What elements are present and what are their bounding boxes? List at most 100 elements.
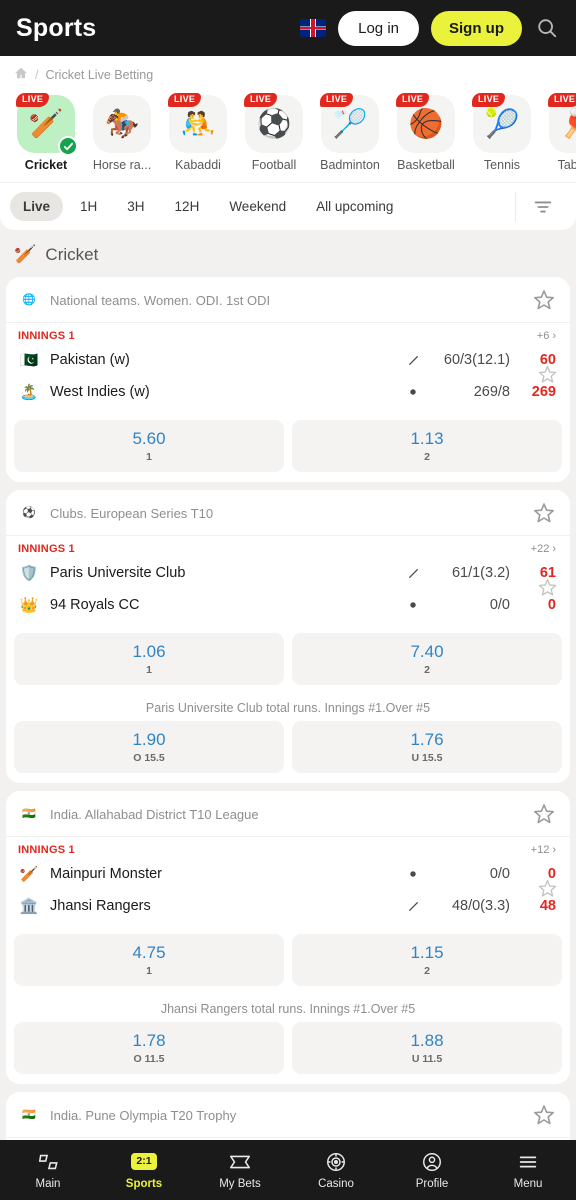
nav-item-casino[interactable]: Casino	[288, 1151, 384, 1190]
nav-label: Menu	[513, 1177, 543, 1190]
login-button[interactable]: Log in	[338, 10, 419, 46]
favorite-match-star-icon[interactable]	[537, 364, 558, 385]
favorite-league-star-icon[interactable]	[532, 288, 556, 312]
filter-chip-3h[interactable]: 3H	[114, 192, 157, 221]
odds-label: U 11.5	[411, 1053, 443, 1065]
sport-tile[interactable]: LIVE 🏓	[548, 93, 576, 153]
sports-category-nav[interactable]: LIVE 🏏 Cricket 🏇 Horse ra... LIVE 🤼 Kabaddi LIVE…	[0, 91, 576, 182]
filter-chip-all-upcoming[interactable]: All upcoming	[303, 192, 406, 221]
innings-status: INNINGS 1	[18, 543, 75, 555]
nav-item-sports[interactable]: 2:1 Sports	[96, 1151, 192, 1190]
filter-chip-12h[interactable]: 12H	[162, 192, 213, 221]
nav-item-my-bets[interactable]: My Bets	[192, 1151, 288, 1190]
sport-label: Basketball	[397, 158, 455, 172]
team-logo: 🏏	[19, 865, 39, 883]
team-row: 👑 94 Royals CC 0/0 0	[18, 589, 556, 621]
casino-icon	[325, 1151, 347, 1173]
sport-tile[interactable]: LIVE 🏸	[320, 93, 379, 153]
odds-row: 4.75 1 1.15 2	[6, 930, 570, 996]
league-name: Clubs. European Series T10	[50, 505, 214, 521]
uk-flag-icon[interactable]	[300, 19, 327, 37]
league-name: India. Pune Olympia T20 Trophy	[50, 1107, 237, 1123]
search-icon[interactable]	[534, 15, 560, 41]
odds-row: 5.60 1 1.13 2	[6, 416, 570, 482]
odds-label: 2	[424, 664, 430, 676]
filter-chip-group[interactable]: Live 1H 3H 12H Weekend All upcoming	[10, 192, 515, 221]
sport-tab-table-t[interactable]: LIVE 🏓 Table T	[540, 93, 576, 172]
sport-tile[interactable]: LIVE 🎾	[472, 93, 531, 153]
odds-button[interactable]: 1.13 2	[292, 420, 562, 472]
odds-button[interactable]: 4.75 1	[14, 934, 284, 986]
breadcrumb-current: Cricket Live Betting	[45, 67, 154, 82]
filter-chip-weekend[interactable]: Weekend	[216, 192, 299, 221]
signup-button[interactable]: Sign up	[431, 10, 522, 46]
odds-button[interactable]: 5.60 1	[14, 420, 284, 472]
favorite-league-star-icon[interactable]	[532, 1103, 556, 1127]
odds-button[interactable]: 1.90 O 15.5	[14, 721, 284, 773]
odds-button[interactable]: 1.06 1	[14, 633, 284, 685]
sport-tab-football[interactable]: LIVE ⚽ Football	[236, 93, 312, 172]
cricket-icon: 🏏	[28, 108, 64, 139]
sport-label: Table T	[557, 158, 576, 172]
odds-button[interactable]: 1.78 O 11.5	[14, 1022, 284, 1074]
bottom-navigation[interactable]: Main 2:1 Sports My Bets Casino Profile Menu	[0, 1140, 576, 1200]
home-icon[interactable]	[14, 66, 28, 83]
more-markets-button[interactable]: +22 ›	[531, 543, 556, 555]
favorite-match-star-icon[interactable]	[537, 878, 558, 899]
match-list: 🌐 National teams. Women. ODI. 1st ODI INNI…	[0, 277, 576, 1167]
bat-icon	[402, 567, 424, 580]
sport-tab-badminton[interactable]: LIVE 🏸 Badminton	[312, 93, 388, 172]
sports-icon: 2:1	[131, 1151, 157, 1173]
sport-tile[interactable]: LIVE 🏀	[396, 93, 455, 153]
nav-label: Sports	[125, 1177, 163, 1190]
sport-tile[interactable]: LIVE 🏏	[16, 93, 78, 156]
odds-button[interactable]: 7.40 2	[292, 633, 562, 685]
breadcrumb: / Cricket Live Betting	[0, 56, 576, 91]
odds-label: U 15.5	[411, 752, 443, 764]
favorite-league-star-icon[interactable]	[532, 802, 556, 826]
favorite-league-star-icon[interactable]	[532, 501, 556, 525]
sport-tile[interactable]: LIVE ⚽	[244, 93, 303, 153]
nav-item-profile[interactable]: Profile	[384, 1151, 480, 1190]
league-header[interactable]: 🇮🇳 India. Allahabad District T10 League	[6, 791, 570, 837]
more-markets-count: +6	[536, 330, 550, 342]
more-markets-button[interactable]: +6 ›	[537, 330, 556, 342]
filter-chip-live[interactable]: Live	[10, 192, 64, 221]
sport-tab-horse-ra[interactable]: 🏇 Horse ra...	[84, 95, 160, 172]
chevron-right-icon: ›	[552, 844, 556, 856]
match-card[interactable]: 🌐 National teams. Women. ODI. 1st ODI INNI…	[6, 277, 570, 482]
basketball-icon: 🏀	[408, 108, 444, 139]
sport-tile[interactable]: LIVE 🤼	[168, 93, 227, 153]
live-score-badge: 2:1	[131, 1153, 157, 1170]
match-card[interactable]: 🇮🇳 India. Allahabad District T10 League IN…	[6, 791, 570, 1084]
league-header[interactable]: 🇮🇳 India. Pune Olympia T20 Trophy	[6, 1092, 570, 1138]
odds-label: 1	[146, 965, 152, 977]
sport-tile[interactable]: 🏇	[93, 95, 151, 153]
sport-label: Badminton	[320, 158, 380, 172]
odds-value: 1.88	[410, 1031, 444, 1050]
bat-icon	[402, 354, 424, 367]
team-name: Jhansi Rangers	[50, 898, 151, 914]
league-header[interactable]: 🌐 National teams. Women. ODI. 1st ODI	[6, 277, 570, 323]
team-logo: 🛡️	[19, 564, 39, 582]
nav-item-main[interactable]: Main	[0, 1151, 96, 1190]
filter-chip-1h[interactable]: 1H	[67, 192, 110, 221]
match-card[interactable]: ⚽ Clubs. European Series T10 INNINGS 1 +22 ›…	[6, 490, 570, 783]
more-markets-button[interactable]: +12 ›	[531, 844, 556, 856]
odds-button[interactable]: 1.76 U 15.5	[292, 721, 562, 773]
sport-tab-kabaddi[interactable]: LIVE 🤼 Kabaddi	[160, 93, 236, 172]
team-name: 94 Royals CC	[50, 597, 140, 613]
sport-tab-tennis[interactable]: LIVE 🎾 Tennis	[464, 93, 540, 172]
score-group: 60/3(12.1) 60	[402, 352, 556, 368]
nav-item-menu[interactable]: Menu	[480, 1151, 576, 1190]
team-name: Pakistan (w)	[50, 352, 130, 368]
sport-tab-basketball[interactable]: LIVE 🏀 Basketball	[388, 93, 464, 172]
league-header[interactable]: ⚽ Clubs. European Series T10	[6, 490, 570, 536]
team-logo: 🏝️	[19, 383, 39, 401]
odds-button[interactable]: 1.88 U 11.5	[292, 1022, 562, 1074]
favorite-match-star-icon[interactable]	[537, 577, 558, 598]
odds-value: 1.90	[132, 730, 166, 749]
odds-button[interactable]: 1.15 2	[292, 934, 562, 986]
filter-funnel-icon[interactable]	[516, 196, 570, 218]
sport-tab-cricket[interactable]: LIVE 🏏 Cricket	[8, 93, 84, 172]
